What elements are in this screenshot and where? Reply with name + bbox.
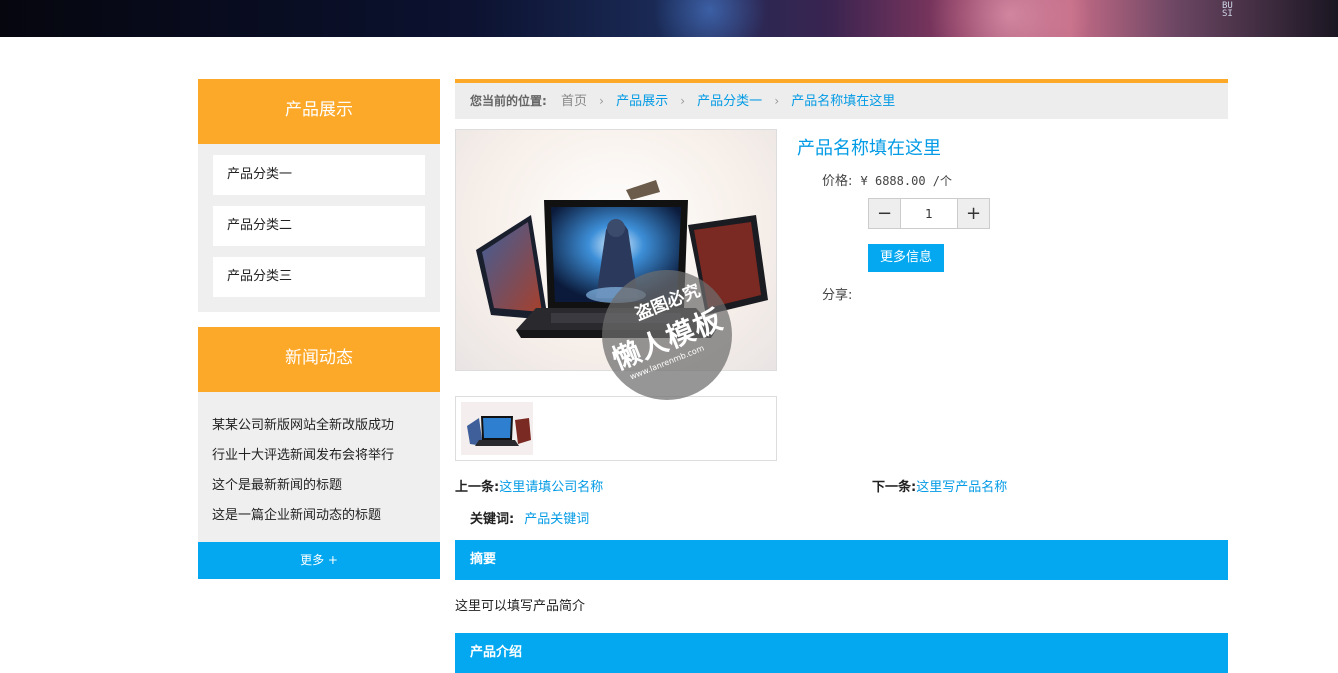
- sidebar-item-category-3[interactable]: 产品分类三: [213, 257, 425, 297]
- keywords-link[interactable]: 产品关键词: [524, 512, 589, 527]
- price-row: 价格: ¥ 6888.00 /个: [822, 170, 952, 189]
- next-link[interactable]: 这里写产品名称: [916, 480, 1007, 495]
- news-item-1[interactable]: 某某公司新版网站全新改版成功: [212, 414, 394, 433]
- quantity-input[interactable]: [900, 199, 958, 228]
- sidebar-products-list: 产品分类一 产品分类二 产品分类三: [198, 144, 440, 312]
- news-item-3[interactable]: 这个是最新新闻的标题: [212, 474, 342, 493]
- breadcrumb: 您当前的位置: 首页 › 产品展示 › 产品分类一 › 产品名称填在这里: [455, 79, 1228, 119]
- banner-glow: [640, 0, 780, 37]
- intro-section-header: 产品介绍: [455, 633, 1228, 673]
- quantity-decrease-button[interactable]: −: [869, 199, 900, 228]
- sidebar-products-header: 产品展示: [198, 79, 440, 154]
- summary-section-header: 摘要: [455, 540, 1228, 580]
- thumbnail-strip: [455, 396, 777, 461]
- prev-link[interactable]: 这里请填公司名称: [499, 480, 603, 495]
- product-title: 产品名称填在这里: [797, 138, 941, 159]
- product-thumbnail[interactable]: [461, 402, 533, 455]
- news-item-4[interactable]: 这是一篇企业新闻动态的标题: [212, 504, 381, 523]
- more-info-button[interactable]: 更多信息: [868, 244, 944, 272]
- summary-text: 这里可以填写产品简介: [455, 599, 586, 614]
- chevron-right-icon: ›: [774, 94, 780, 108]
- share-label: 分享:: [822, 288, 853, 303]
- next-item: 下一条:这里写产品名称: [872, 476, 1007, 495]
- keywords-label: 关键词:: [470, 512, 515, 527]
- price-value: ¥ 6888.00 /个: [860, 174, 953, 188]
- sidebar-news-header: 新闻动态: [198, 327, 440, 402]
- news-item-2[interactable]: 行业十大评选新闻发布会将举行: [212, 444, 394, 463]
- sidebar-news-title: 新闻动态: [285, 348, 353, 368]
- prev-label: 上一条:: [455, 480, 500, 495]
- laptop-thumbnail-icon: [467, 416, 531, 446]
- quantity-stepper: − +: [868, 198, 990, 229]
- quantity-increase-button[interactable]: +: [958, 199, 989, 228]
- sidebar-item-category-2[interactable]: 产品分类二: [213, 206, 425, 246]
- breadcrumb-label: 您当前的位置:: [470, 94, 547, 108]
- sidebar-item-category-1[interactable]: 产品分类一: [213, 155, 425, 195]
- next-label: 下一条:: [872, 480, 917, 495]
- breadcrumb-home-link[interactable]: 首页: [561, 94, 587, 109]
- chevron-right-icon: ›: [599, 94, 604, 108]
- breadcrumb-link-current[interactable]: 产品名称填在这里: [791, 94, 895, 109]
- sidebar-news-list: 某某公司新版网站全新改版成功 行业十大评选新闻发布会将举行 这个是最新新闻的标题…: [198, 392, 440, 542]
- price-label: 价格:: [822, 174, 853, 189]
- watermark-stamp: 盗图必究 懒人模板 www.lanrenmb.com: [602, 270, 732, 400]
- sidebar-products-title: 产品展示: [285, 100, 353, 120]
- chevron-right-icon: ›: [680, 94, 686, 108]
- keywords-row: 关键词: 产品关键词: [470, 508, 589, 527]
- breadcrumb-link-products[interactable]: 产品展示: [616, 94, 668, 109]
- breadcrumb-link-category[interactable]: 产品分类一: [697, 94, 762, 109]
- banner-vertical-text: BUSI: [1222, 1, 1233, 19]
- banner-glow: [900, 0, 1120, 37]
- top-banner: BUSI: [0, 0, 1338, 37]
- news-more-button[interactable]: 更多 +: [198, 542, 440, 579]
- prev-item: 上一条:这里请填公司名称: [455, 476, 603, 495]
